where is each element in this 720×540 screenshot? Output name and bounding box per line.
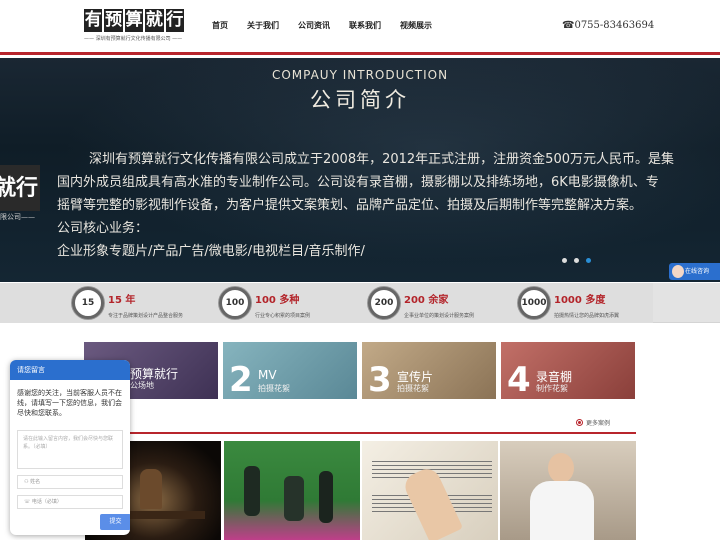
logo-char: 行 (165, 9, 185, 32)
company-intro-text: 深圳有预算就行文化传播有限公司成立于2008年，2012年正式注册，注册资金50… (57, 148, 720, 263)
category-tile-studio[interactable]: 4 录音棚 制作花絮 (501, 342, 635, 399)
slider-dot[interactable] (574, 258, 579, 263)
core-business-list: 企业形象专题片/产品广告/微电影/电视栏目/音乐制作/ (57, 244, 365, 259)
medal-icon: 1000 (518, 287, 550, 319)
crew-figure (319, 471, 333, 523)
crew-figure (284, 476, 304, 521)
category-number: 2 (229, 360, 253, 399)
phone-field[interactable]: ☏ 电话（必填） (17, 495, 123, 509)
category-subtitle: 拍摄花絮 (258, 384, 290, 393)
category-tile-promo[interactable]: 3 宣传片 拍摄花絮 (362, 342, 496, 399)
intro-line: 国内外成员组成具有高水准的专业制作公司。公司设有录音棚，摄影棚以及排练场地，6K… (57, 175, 659, 190)
category-subtitle: 公场地 (130, 381, 154, 390)
stat-description: 拍摄热情让您的品牌如虎添翼 (554, 313, 620, 319)
online-consult-button[interactable]: 在线咨询 (669, 263, 720, 280)
category-number: 3 (368, 360, 392, 399)
performer-figure (140, 469, 162, 509)
site-logo[interactable]: 有 预 算 就 行 —— 深圳有预算就行文化传播有限公司 —— (84, 9, 185, 42)
more-cases-link[interactable]: 更多案例 (576, 418, 610, 427)
case-thumbnail-sheet-music[interactable] (362, 441, 498, 540)
stat-description: 行业专心积累的项目案例 (255, 313, 311, 319)
logo-mark: 有 预 算 就 行 (84, 9, 185, 32)
nav-contact[interactable]: 联系我们 (349, 20, 381, 31)
banner-logo-fragment: 就行 (0, 165, 40, 211)
stat-number: 100 多种 (255, 295, 300, 306)
nav-home[interactable]: 首页 (212, 20, 228, 31)
nav-news[interactable]: 公司资讯 (298, 20, 330, 31)
intro-line: 摇臂等完整的影视制作设备，为客户提供文案策划、品牌产品定位、拍摄及后期制作等完整… (57, 198, 643, 213)
logo-subtitle: —— 深圳有预算就行文化传播有限公司 —— (84, 36, 183, 42)
category-subtitle: 制作花絮 (536, 384, 568, 393)
category-title: MV (258, 368, 277, 382)
stat-clients: 200 200 余家 企事业单位的策划设计服务案例 (368, 287, 474, 319)
category-tile-mv[interactable]: 2 MV 拍摄花絮 (223, 342, 357, 399)
core-business-label: 公司核心业务： (57, 221, 149, 236)
logo-char: 就 (145, 9, 164, 32)
category-subtitle: 拍摄花絮 (397, 384, 429, 393)
medal-icon: 15 (72, 287, 104, 319)
name-field[interactable]: ⚇ 姓名 (17, 475, 123, 489)
case-thumbnail-greenscreen[interactable] (224, 441, 360, 540)
medal-icon: 100 (219, 287, 251, 319)
circle-dot-icon (576, 419, 583, 426)
person-head (548, 453, 574, 483)
stat-cases: 100 100 多种 行业专心积累的项目案例 (219, 287, 310, 319)
hand-figure (400, 464, 464, 540)
logo-char: 算 (124, 9, 144, 32)
slider-dots (562, 258, 591, 263)
more-cases-label: 更多案例 (586, 420, 611, 427)
page: 有 预 算 就 行 —— 深圳有预算就行文化传播有限公司 —— 首页 关于我们 … (0, 0, 720, 540)
crew-figure (244, 466, 260, 516)
site-header: 有 预 算 就 行 —— 深圳有预算就行文化传播有限公司 —— 首页 关于我们 … (0, 0, 720, 55)
message-textarea[interactable]: 请在此输入留言内容，我们会尽快与您联系。（必填） (17, 430, 123, 469)
stat-number: 15 年 (108, 295, 136, 306)
logo-char: 预 (104, 9, 123, 32)
submit-button[interactable]: 提交 (100, 514, 130, 530)
phone-icon: ☏ (24, 499, 32, 505)
stats-bar: 15 15 年 专注于品牌策划设计产品整合服务 100 100 多种 行业专心积… (0, 283, 720, 323)
stat-description: 专注于品牌策划设计产品整合服务 (108, 313, 184, 319)
consult-label: 在线咨询 (685, 268, 710, 275)
nav-about[interactable]: 关于我们 (247, 20, 279, 31)
stat-number: 200 余家 (404, 295, 449, 306)
name-placeholder: 姓名 (30, 479, 41, 485)
stat-years: 15 15 年 专注于品牌策划设计产品整合服务 (72, 287, 183, 319)
leave-message-widget: 请您留言 感谢您的关注，当前客服人员不在线，请填写一下您的信息，我们会尽快和您联… (10, 360, 130, 535)
stat-number: 1000 多度 (554, 295, 606, 306)
category-number: 4 (507, 360, 531, 399)
intro-line: 深圳有预算就行文化传播有限公司成立于2008年，2012年正式注册，注册资金50… (89, 152, 674, 167)
chat-title: 请您留言 (10, 360, 130, 380)
medal-icon: 200 (368, 287, 400, 319)
banner-logo-sub: 限公司—— (0, 213, 35, 221)
person-body (530, 481, 594, 540)
stat-description: 企事业单位的策划设计服务案例 (404, 313, 475, 319)
case-thumbnail-interview[interactable] (500, 441, 636, 540)
cases-divider (85, 432, 636, 434)
banner-title-en: COMPAUY INTRODUCTION (271, 68, 449, 82)
phone-number: ☎0755-83463694 (562, 20, 655, 31)
main-nav: 首页 关于我们 公司资讯 联系我们 视频展示 (212, 20, 451, 31)
banner-title-zh: 公司简介 (310, 88, 410, 112)
slider-dot[interactable] (562, 258, 567, 263)
chat-message: 感谢您的关注，当前客服人员不在线，请填写一下您的信息，我们会尽快和您联系。 (17, 389, 122, 417)
logo-char: 有 (84, 9, 103, 32)
nav-video[interactable]: 视频展示 (400, 20, 432, 31)
slider-dot-active[interactable] (586, 258, 591, 263)
staff-lines (372, 461, 492, 462)
phone-placeholder: 电话（必填） (31, 499, 62, 505)
stat-passion: 1000 1000 多度 拍摄热情让您的品牌如虎添翼 (518, 287, 619, 319)
agent-avatar-icon (672, 265, 684, 278)
intro-banner: COMPAUY INTRODUCTION 公司简介 就行 限公司—— 深圳有预算… (0, 58, 720, 282)
